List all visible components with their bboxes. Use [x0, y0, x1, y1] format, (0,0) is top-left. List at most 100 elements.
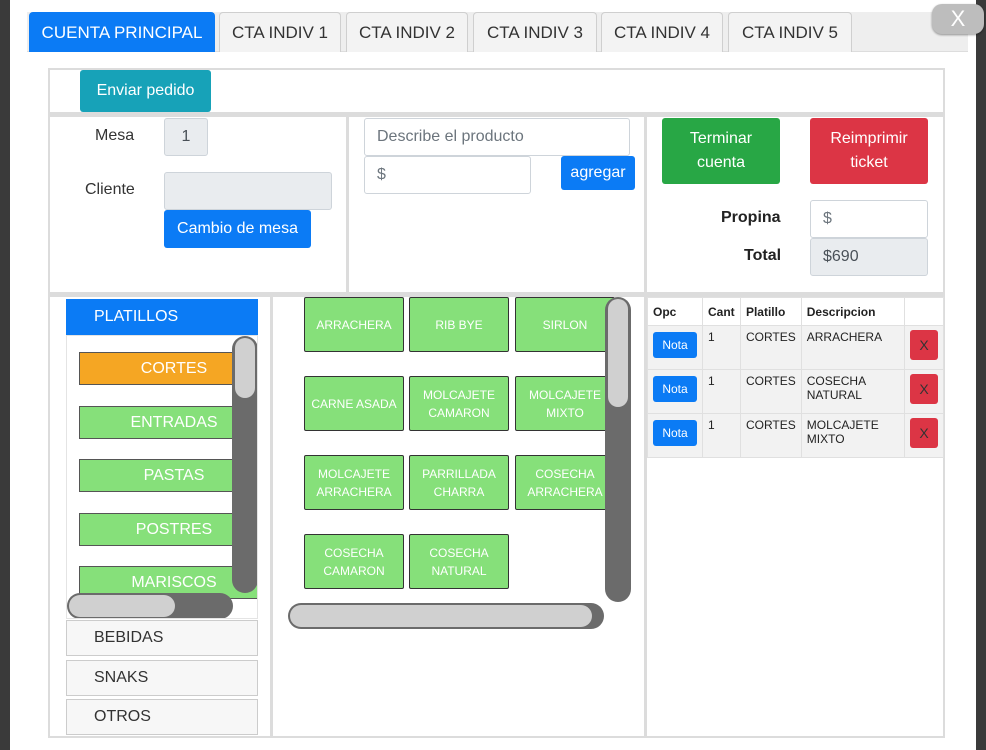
product-description-input[interactable]: Describe el producto [364, 118, 630, 156]
column-header-opc: Opc [647, 297, 703, 326]
product-label: MOLCAJETE [317, 466, 390, 481]
finish-account-button[interactable]: Terminar cuenta [662, 118, 780, 184]
category-otros[interactable]: OTROS [66, 699, 258, 735]
column-header-platillo: Platillo [739, 297, 802, 326]
total-label: Total [744, 247, 782, 264]
product-label: CAMARON [428, 405, 490, 420]
tab-cta-indiv-4[interactable]: CTA INDIV 4 [601, 12, 723, 52]
cell-actions: X [903, 369, 945, 414]
product-button[interactable]: MOLCAJETE CAMARON [409, 376, 509, 431]
product-label: SIRLON [542, 317, 588, 332]
reprint-ticket-button[interactable]: Reimprimir ticket [810, 118, 928, 184]
divider [270, 297, 273, 736]
subcategory-list: CORTES ENTRADAS PASTAS POSTRES MARISCOS [66, 335, 258, 619]
subcategory-vertical-scroll-thumb[interactable] [235, 338, 255, 398]
category-bebidas[interactable]: BEBIDAS [66, 620, 258, 656]
divider [346, 117, 349, 292]
product-label: COSECHA [535, 466, 595, 481]
note-button[interactable]: Nota [653, 332, 697, 358]
product-label: NATURAL [431, 563, 487, 578]
table-row: Nota 1 CORTES ARRACHERA X [647, 325, 945, 370]
order-modal: CUENTA PRINCIPAL CTA INDIV 1 CTA INDIV 2… [10, 0, 984, 750]
product-grid: ARRACHERA RIB BYE SIRLON CARNE ASADA MOL… [286, 297, 632, 635]
tab-cta-indiv-1[interactable]: CTA INDIV 1 [219, 12, 341, 52]
cell-cant: 1 [702, 325, 741, 370]
cell-platillo: CORTES [739, 369, 802, 414]
reprint-ticket-label-line2: ticket [850, 154, 888, 171]
product-button[interactable]: RIB BYE [409, 297, 509, 352]
product-button[interactable]: MOLCAJETE MIXTO [515, 376, 615, 431]
note-button[interactable]: Nota [653, 376, 697, 402]
product-button[interactable]: ARRACHERA [304, 297, 404, 352]
finish-account-label-line2: cuenta [696, 154, 746, 171]
order-panel: Enviar pedido Mesa 1 Cliente Cambio de m… [48, 68, 945, 738]
column-header-cant: Cant [702, 297, 741, 326]
cell-opc: Nota [647, 413, 703, 458]
finish-account-label-line1: Terminar [689, 130, 753, 147]
delete-item-button[interactable]: X [909, 330, 938, 360]
account-tabs: CUENTA PRINCIPAL CTA INDIV 1 CTA INDIV 2… [27, 12, 968, 52]
cell-platillo: CORTES [739, 325, 802, 370]
cell-opc: Nota [647, 369, 703, 414]
table-row: Nota 1 CORTES COSECHA NATURAL X [647, 369, 945, 414]
product-label: MOLCAJETE [422, 387, 495, 402]
product-label: CHARRA [433, 484, 485, 499]
tab-cta-indiv-5[interactable]: CTA INDIV 5 [728, 12, 852, 52]
tab-cta-indiv-2[interactable]: CTA INDIV 2 [346, 12, 468, 52]
product-label: ARRACHERA [316, 317, 392, 332]
product-button[interactable]: PARRILLADA CHARRA [409, 455, 509, 510]
product-button[interactable]: COSECHA NATURAL [409, 534, 509, 589]
delete-item-button[interactable]: X [909, 418, 938, 448]
delete-item-button[interactable]: X [909, 374, 938, 404]
cliente-label: Cliente [85, 181, 135, 198]
close-button[interactable]: X [932, 4, 984, 34]
cliente-field[interactable] [164, 172, 332, 210]
product-button[interactable]: COSECHA CAMARON [304, 534, 404, 589]
product-label: COSECHA [429, 545, 489, 560]
product-label: COSECHA [324, 545, 384, 560]
tip-input[interactable]: $ [810, 200, 928, 238]
category-snaks[interactable]: SNAKS [66, 660, 258, 696]
cell-platillo: CORTES [739, 413, 802, 458]
cell-opc: Nota [647, 325, 703, 370]
reprint-ticket-label-line1: Reimprimir [830, 130, 908, 147]
product-price-input[interactable]: $ [364, 156, 531, 194]
product-label: MIXTO [546, 405, 584, 420]
product-label: ARRACHERA [316, 484, 392, 499]
category-platillos[interactable]: PLATILLOS [66, 299, 258, 335]
change-table-button[interactable]: Cambio de mesa [164, 210, 311, 248]
add-product-button[interactable]: agregar [561, 156, 635, 190]
note-button[interactable]: Nota [653, 420, 697, 446]
product-label: RIB BYE [435, 317, 483, 332]
description-line: COSECHA [806, 374, 867, 388]
description-line: NATURAL [806, 388, 862, 402]
product-label: ARRACHERA [527, 484, 603, 499]
description-line: MIXTO [806, 432, 845, 446]
product-label: MOLCAJETE [528, 387, 601, 402]
total-value: $690 [810, 238, 928, 276]
order-table: Opc Cant Platillo Descripcion Nota 1 COR… [647, 297, 945, 458]
subcategory-horizontal-scroll-thumb[interactable] [69, 595, 175, 617]
tip-label: Propina [721, 209, 781, 226]
product-horizontal-scroll-thumb[interactable] [290, 605, 592, 627]
mesa-label: Mesa [95, 127, 135, 144]
mesa-field[interactable]: 1 [164, 118, 208, 156]
product-button[interactable]: SIRLON [515, 297, 615, 352]
product-button[interactable]: CARNE ASADA [304, 376, 404, 431]
column-header-descripcion: Descripcion [800, 297, 905, 326]
tab-cta-indiv-3[interactable]: CTA INDIV 3 [473, 12, 597, 52]
product-label: CAMARON [323, 563, 385, 578]
product-button[interactable]: COSECHA ARRACHERA [515, 455, 615, 510]
cell-descripcion: COSECHA NATURAL [800, 369, 905, 414]
send-order-button[interactable]: Enviar pedido [80, 70, 211, 112]
cell-actions: X [903, 413, 945, 458]
product-label: PARRILLADA [422, 466, 496, 481]
table-row: Nota 1 CORTES MOLCAJETE MIXTO X [647, 413, 945, 458]
description-line: ARRACHERA [806, 330, 883, 344]
product-vertical-scroll-thumb[interactable] [608, 299, 628, 407]
cell-cant: 1 [702, 369, 741, 414]
tab-cuenta-principal[interactable]: CUENTA PRINCIPAL [29, 12, 215, 52]
cell-descripcion: ARRACHERA [800, 325, 905, 370]
divider [50, 112, 943, 117]
product-button[interactable]: MOLCAJETE ARRACHERA [304, 455, 404, 510]
